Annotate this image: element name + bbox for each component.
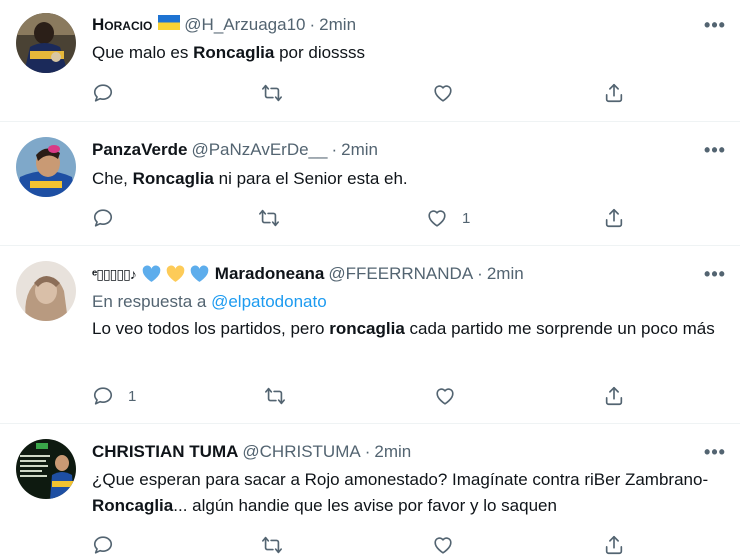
reply-button[interactable] (92, 80, 128, 106)
share-button[interactable] (603, 205, 625, 231)
tweet-text: Que malo es Roncaglia por diossss (92, 40, 722, 66)
reply-icon (93, 209, 113, 227)
display-name[interactable]: Maradoneana (215, 264, 325, 284)
highlight-keyword: Roncaglia (132, 169, 214, 188)
tweet-header: PanzaVerde @PaNzAvErDe__ · 2min (92, 139, 378, 161)
share-button[interactable] (603, 80, 625, 106)
highlight-keyword: Roncaglia (193, 43, 275, 62)
text-part: Que malo es (92, 43, 194, 62)
tweet-actions (0, 532, 740, 558)
share-icon (605, 535, 623, 555)
share-icon (605, 83, 623, 103)
more-icon[interactable]: ••• (703, 139, 727, 161)
like-button[interactable] (432, 80, 468, 106)
retweet-icon (259, 209, 279, 227)
retweet-icon (265, 387, 285, 405)
text-part: ¿Que esperan para sacar a Rojo amonestad… (92, 470, 709, 489)
share-button[interactable] (603, 532, 625, 558)
avatar[interactable] (16, 137, 76, 197)
blue-heart-icon (190, 265, 209, 282)
timestamp[interactable]: 2min (341, 140, 378, 160)
retweet-icon (262, 84, 282, 102)
heart-icon (434, 85, 452, 102)
share-button[interactable] (603, 383, 625, 409)
ukraine-flag-icon (158, 15, 181, 35)
reply-button[interactable] (92, 532, 128, 558)
blue-heart-icon (142, 265, 161, 282)
tweet[interactable]: CHRISTIAN TUMA @CHRISTUMA · 2min ••• ¿Qu… (0, 424, 740, 556)
tweet-text: Lo veo todos los partidos, pero roncagli… (92, 316, 722, 342)
separator: · (309, 15, 316, 34)
display-name-prefix[interactable]: ᵉ▯▯▯▯▯♪ (92, 266, 137, 283)
handle[interactable]: @PaNzAvErDe__ (191, 140, 327, 160)
retweet-button[interactable] (264, 383, 286, 409)
tweet-actions (0, 80, 740, 106)
reply-icon (93, 84, 113, 102)
share-icon (605, 386, 623, 406)
tweet[interactable]: ᵉ▯▯▯▯▯♪ Maradoneana @FFEERRNANDA · 2min … (0, 246, 740, 423)
reply-icon (93, 387, 113, 405)
handle[interactable]: @H_Arzuaga10 (184, 15, 305, 35)
heart-icon (428, 210, 446, 227)
like-count: 1 (462, 209, 471, 227)
text-part: por diossss (274, 43, 366, 62)
more-icon[interactable]: ••• (703, 441, 727, 463)
reply-icon (93, 536, 113, 554)
avatar[interactable] (16, 439, 76, 499)
retweet-button[interactable] (261, 80, 283, 106)
retweet-button[interactable] (258, 205, 280, 231)
handle[interactable]: @CHRISTUMA (242, 442, 360, 462)
tweet-header: ᵉ▯▯▯▯▯♪ Maradoneana @FFEERRNANDA · 2min (92, 263, 524, 285)
highlight-keyword: roncaglia (329, 319, 405, 338)
text-part: ni para el Senior esta eh. (213, 169, 408, 188)
timestamp[interactable]: 2min (487, 264, 524, 284)
text-part: ... algún handie que les avise por favor… (173, 496, 557, 515)
heart-icon (436, 388, 454, 405)
text-part: cada partido me sorprende un poco más (404, 319, 715, 338)
more-icon[interactable]: ••• (703, 263, 727, 285)
tweet-text: ¿Que esperan para sacar a Rojo amonestad… (92, 467, 722, 519)
tweet-actions: 1 (0, 383, 740, 409)
handle[interactable]: @FFEERRNANDA (328, 264, 473, 284)
separator: · (364, 442, 371, 461)
tweet-actions: 1 (0, 205, 740, 231)
tweet[interactable]: Horacio @H_Arzuaga10 · 2min ••• Que malo… (0, 0, 740, 121)
more-icon[interactable]: ••• (703, 14, 727, 36)
reply-count: 1 (128, 387, 137, 405)
tweet-header: CHRISTIAN TUMA @CHRISTUMA · 2min (92, 441, 411, 463)
display-name[interactable]: CHRISTIAN TUMA (92, 442, 238, 462)
like-button[interactable] (434, 383, 470, 409)
tweet-text: Che, Roncaglia ni para el Senior esta eh… (92, 166, 722, 192)
retweet-button[interactable] (261, 532, 283, 558)
yellow-heart-icon (166, 265, 185, 282)
like-button[interactable]: 1 (426, 205, 470, 231)
display-name[interactable]: Horacio (92, 15, 152, 35)
text-part: Lo veo todos los partidos, pero (92, 319, 330, 338)
reply-button[interactable] (92, 205, 128, 231)
timestamp[interactable]: 2min (319, 15, 356, 35)
avatar[interactable] (16, 13, 76, 73)
separator: · (331, 140, 338, 159)
reply-prefix: En respuesta a (92, 292, 212, 311)
retweet-icon (262, 536, 282, 554)
separator: · (477, 264, 483, 283)
tweet-header: Horacio @H_Arzuaga10 · 2min (92, 14, 356, 36)
share-icon (605, 208, 623, 228)
like-button[interactable] (432, 532, 468, 558)
timestamp[interactable]: 2min (374, 442, 411, 462)
reply-button[interactable]: 1 (92, 383, 136, 409)
heart-icon (434, 537, 452, 554)
tweet[interactable]: PanzaVerde @PaNzAvErDe__ · 2min ••• Che,… (0, 122, 740, 245)
avatar[interactable] (16, 261, 76, 321)
reply-context: En respuesta a @elpatodonato (92, 291, 327, 313)
text-part: Che, (92, 169, 133, 188)
highlight-keyword: Roncaglia (92, 496, 174, 515)
display-name[interactable]: PanzaVerde (92, 140, 187, 160)
reply-handle-link[interactable]: @elpatodonato (211, 292, 327, 311)
